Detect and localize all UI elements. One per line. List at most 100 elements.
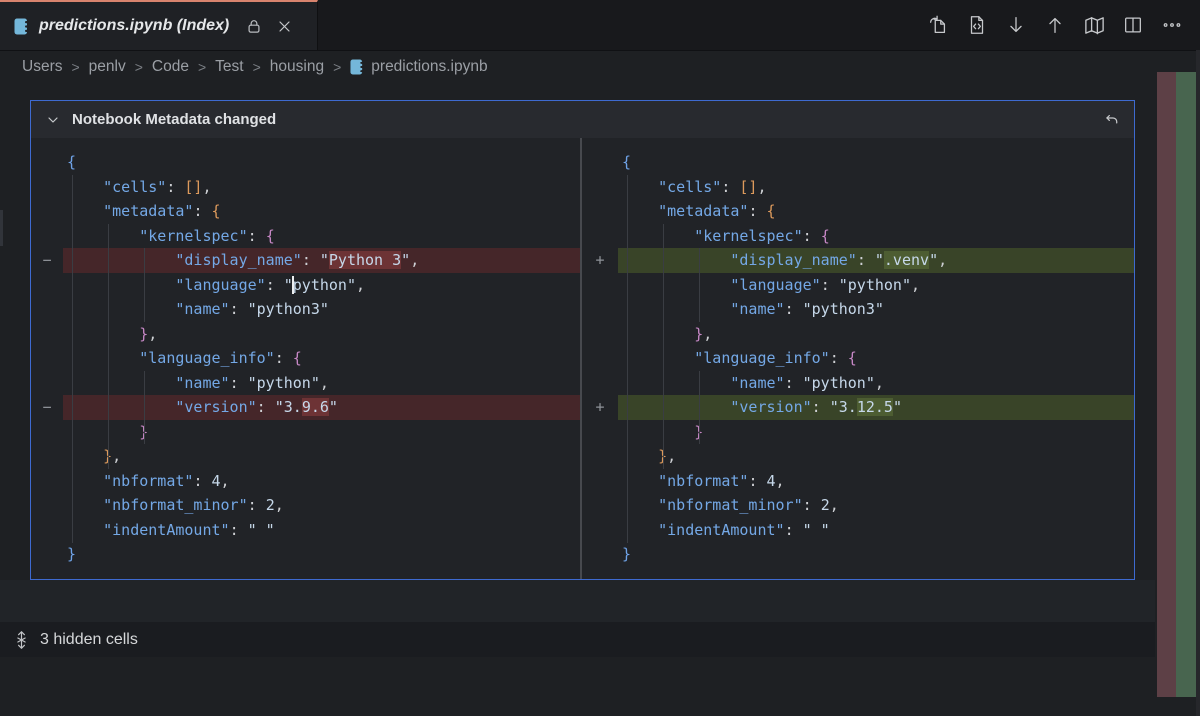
breadcrumb-item-penlv[interactable]: penlv	[89, 58, 126, 76]
code-line[interactable]: "cells": [],	[67, 175, 580, 200]
code-token: ,	[875, 374, 884, 392]
open-changes-icon[interactable]	[926, 13, 950, 37]
open-file-icon[interactable]	[965, 13, 989, 37]
diff-left-pane[interactable]: { "cells": [], "metadata": { "kernelspec…	[63, 138, 580, 579]
split-editor-icon[interactable]	[1121, 13, 1145, 37]
code-line[interactable]: "nbformat": 4,	[67, 469, 580, 494]
deleted-lines-gutter: −−	[31, 138, 63, 579]
code-token	[622, 227, 694, 245]
code-token: :	[257, 398, 275, 416]
code-token: "nbformat_minor"	[658, 496, 803, 514]
code-line[interactable]: },	[622, 444, 1134, 469]
gutter-row	[582, 224, 618, 249]
code-token: python"	[293, 276, 356, 294]
code-line[interactable]: },	[622, 322, 1134, 347]
code-token	[67, 423, 139, 441]
code-token: }	[694, 325, 703, 343]
gutter-row	[31, 273, 63, 298]
code-token: "	[893, 398, 902, 416]
breadcrumb-item-housing[interactable]: housing	[270, 58, 324, 76]
gutter-row	[582, 346, 618, 371]
changed-text-highlight: 9.6	[302, 398, 329, 416]
next-change-icon[interactable]	[1004, 13, 1028, 37]
code-token: "nbformat"	[103, 472, 193, 490]
gutter-row	[31, 420, 63, 445]
editor-area: Notebook Metadata changed −− { "cells": …	[0, 82, 1200, 716]
code-line[interactable]: "nbformat": 4,	[622, 469, 1134, 494]
indent-guide	[663, 224, 664, 469]
gutter-row	[582, 297, 618, 322]
code-line[interactable]: "cells": [],	[622, 175, 1134, 200]
indent-guide	[627, 175, 628, 543]
changed-text-highlight: Python 3	[329, 251, 401, 269]
code-line[interactable]: "kernelspec": {	[622, 224, 1134, 249]
code-line[interactable]: "metadata": {	[622, 199, 1134, 224]
code-line[interactable]: "nbformat_minor": 2,	[67, 493, 580, 518]
code-line[interactable]: },	[67, 322, 580, 347]
code-line[interactable]: "language_info": {	[67, 346, 580, 371]
code-token: :	[812, 398, 830, 416]
code-token: 4	[767, 472, 776, 490]
code-line[interactable]: "indentAmount": " "	[67, 518, 580, 543]
code-line[interactable]: }	[67, 542, 580, 567]
code-token: :	[193, 472, 211, 490]
tab-close-button[interactable]	[277, 19, 292, 34]
indent-guide	[699, 371, 700, 445]
code-line[interactable]: "nbformat_minor": 2,	[622, 493, 1134, 518]
code-line[interactable]: {	[67, 150, 580, 175]
previous-change-icon[interactable]	[1043, 13, 1067, 37]
code-token: "name"	[175, 374, 229, 392]
more-actions-icon[interactable]	[1160, 13, 1184, 37]
overview-ruler-additions	[1176, 72, 1196, 697]
code-token: ,	[667, 447, 676, 465]
discard-changes-icon[interactable]	[1100, 109, 1122, 131]
gutter-row	[31, 542, 63, 567]
breadcrumb-item-users[interactable]: Users	[22, 58, 62, 76]
gutter-row	[31, 297, 63, 322]
code-token: ,	[410, 251, 419, 269]
gutter-row	[31, 150, 63, 175]
code-line[interactable]: {	[622, 150, 1134, 175]
code-token	[622, 251, 730, 269]
code-token	[622, 398, 730, 416]
code-line[interactable]: "metadata": {	[67, 199, 580, 224]
changed-text-highlight: .venv	[884, 251, 929, 269]
diff-right-pane[interactable]: { "cells": [], "metadata": { "kernelspec…	[618, 138, 1134, 579]
code-token: ,	[356, 276, 365, 294]
code-token: ,	[911, 276, 920, 294]
gutter-row	[31, 518, 63, 543]
code-token: :	[230, 521, 248, 539]
breadcrumb-item-test[interactable]: Test	[215, 58, 243, 76]
code-line[interactable]: }	[622, 542, 1134, 567]
code-line-deleted[interactable]: "display_name": "Python 3",	[63, 248, 580, 273]
breadcrumb-separator: >	[135, 59, 143, 75]
code-token: ,	[938, 251, 947, 269]
code-token: {	[212, 202, 221, 220]
code-line-added[interactable]: "version": "3.12.5"	[618, 395, 1134, 420]
code-token: "display_name"	[730, 251, 856, 269]
chevron-down-icon[interactable]	[43, 110, 63, 130]
tab-predictions-ipynb[interactable]: predictions.ipynb (Index)	[0, 0, 318, 50]
map-icon[interactable]	[1082, 13, 1106, 37]
code-line[interactable]: "indentAmount": " "	[622, 518, 1134, 543]
code-token: }	[139, 325, 148, 343]
code-line-deleted[interactable]: "version": "3.9.6"	[63, 395, 580, 420]
code-line-added[interactable]: "display_name": ".venv",	[618, 248, 1134, 273]
gutter-row	[31, 493, 63, 518]
code-token	[67, 300, 175, 318]
code-token: "name"	[175, 300, 229, 318]
hidden-cells-row[interactable]: 3 hidden cells	[0, 622, 1155, 657]
code-line[interactable]: "language_info": {	[622, 346, 1134, 371]
code-line[interactable]: },	[67, 444, 580, 469]
gutter-row	[582, 199, 618, 224]
code-token: :	[248, 227, 266, 245]
code-line[interactable]: "kernelspec": {	[67, 224, 580, 249]
breadcrumb-file[interactable]: predictions.ipynb	[350, 58, 487, 76]
code-token: }	[67, 545, 76, 563]
code-token: "cells"	[658, 178, 721, 196]
breadcrumb-item-code[interactable]: Code	[152, 58, 189, 76]
code-token: "	[329, 398, 338, 416]
code-token: "version"	[730, 398, 811, 416]
gutter-row	[31, 224, 63, 249]
lock-icon[interactable]	[245, 17, 263, 35]
